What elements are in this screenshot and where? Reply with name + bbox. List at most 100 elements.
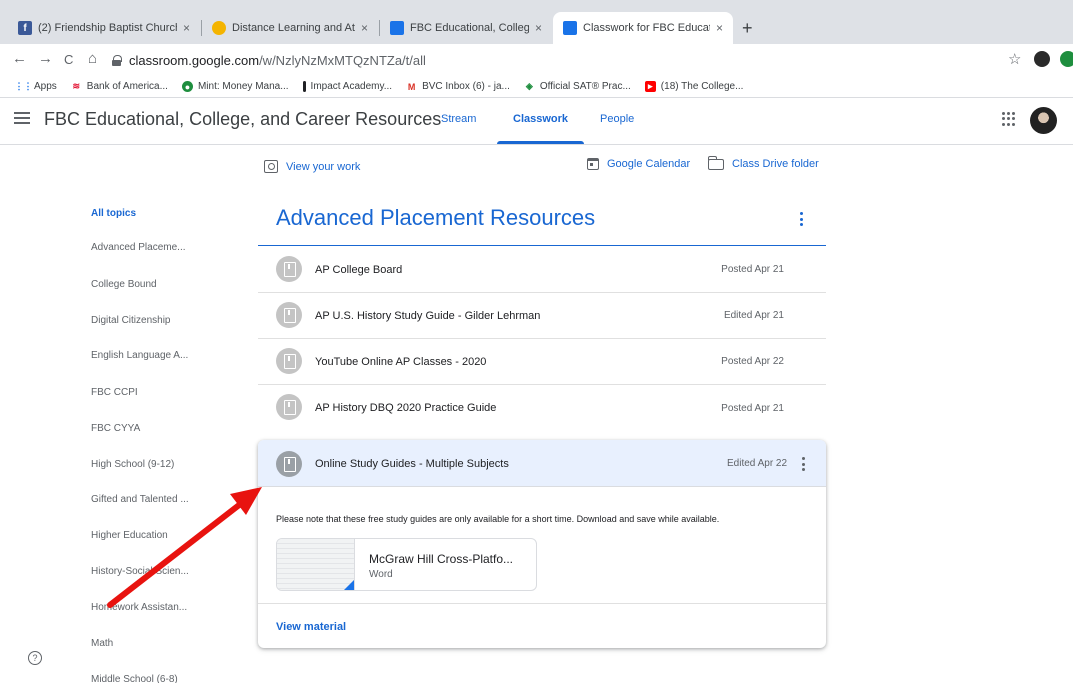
main-menu-icon[interactable] [14, 112, 30, 124]
topic-item[interactable]: FBC CCPI [91, 387, 138, 398]
bookmark-apps[interactable]: ⋮⋮ Apps [14, 81, 57, 92]
close-icon[interactable]: × [716, 21, 723, 35]
material-row[interactable]: YouTube Online AP Classes - 2020 Posted … [258, 339, 826, 385]
bookmark-star-icon[interactable]: ☆ [1008, 50, 1021, 68]
material-icon [276, 451, 302, 477]
material-date: Posted Apr 21 [721, 402, 784, 414]
forward-icon[interactable]: → [38, 50, 53, 67]
material-title: AP History DBQ 2020 Practice Guide [315, 402, 497, 414]
help-icon[interactable]: ? [28, 651, 42, 665]
bank-icon: ≋ [72, 81, 81, 91]
browser-tab[interactable]: Distance Learning and At-Hom × [202, 12, 378, 44]
bookmark-item[interactable]: ◈ Official SAT® Prac... [524, 81, 631, 92]
material-row[interactable]: AP History DBQ 2020 Practice Guide Poste… [258, 385, 826, 431]
tab-classwork[interactable]: Classwork [513, 113, 568, 125]
material-title: YouTube Online AP Classes - 2020 [315, 355, 487, 368]
material-title: Online Study Guides - Multiple Subjects [315, 458, 509, 470]
bookmark-label: (18) The College... [660, 81, 744, 92]
material-title: AP U.S. History Study Guide - Gilder Leh… [315, 309, 541, 322]
bar-icon [302, 81, 306, 92]
section-more-icon[interactable] [800, 212, 804, 226]
tab-title: Classwork for FBC Educational [583, 22, 710, 34]
topic-item[interactable]: Middle School (6-8) [91, 674, 178, 683]
topic-item[interactable]: Homework Assistan... [91, 602, 187, 613]
topic-item[interactable]: Digital Citizenship [91, 315, 170, 326]
browser-tab-active[interactable]: Classwork for FBC Educational × [553, 12, 733, 44]
bookmark-item[interactable]: M BVC Inbox (6) - ja... [406, 81, 510, 92]
tab-people[interactable]: People [600, 113, 634, 125]
expanded-material-card: Online Study Guides - Multiple Subjects … [258, 440, 826, 648]
new-tab-button[interactable]: + [742, 18, 753, 39]
material-icon [276, 302, 302, 328]
topic-item[interactable]: Higher Education [91, 530, 168, 541]
home-icon[interactable]: ⌂ [88, 50, 97, 67]
card-divider [258, 603, 826, 604]
material-row[interactable]: AP U.S. History Study Guide - Gilder Leh… [258, 293, 826, 339]
topic-item[interactable]: History-Social Scien... [91, 566, 189, 577]
apps-grid-icon: ⋮⋮ [14, 81, 33, 91]
bookmark-label: BVC Inbox (6) - ja... [422, 81, 510, 92]
youtube-icon: ▸ [644, 81, 656, 92]
sat-icon: ◈ [525, 81, 533, 91]
topic-item[interactable]: Gifted and Talented ... [91, 494, 189, 505]
back-icon[interactable]: ← [12, 50, 27, 67]
attachment-type: Word [369, 569, 393, 580]
address-bar-row: ← → C ⌂ classroom.google.com/w/NzlyNzMxM… [0, 44, 1073, 76]
account-avatar[interactable] [1030, 107, 1057, 134]
google-apps-icon[interactable] [1002, 112, 1016, 126]
classroom-icon [390, 21, 404, 35]
bookmark-item[interactable]: ● Mint: Money Mana... [181, 81, 289, 92]
calendar-icon [587, 158, 599, 170]
close-icon[interactable]: × [361, 21, 368, 35]
topic-item[interactable]: High School (9-12) [91, 459, 174, 470]
assignment-ind-icon [264, 160, 278, 173]
topic-item[interactable]: Advanced Placeme... [91, 242, 186, 253]
more-options-icon[interactable] [802, 457, 806, 471]
topic-item[interactable]: College Bound [91, 279, 157, 290]
bookmark-item[interactable]: Impact Academy... [302, 81, 392, 92]
url-field[interactable]: classroom.google.com/w/NzlyNzMxMTQzNTZa/… [112, 49, 1012, 71]
topic-all[interactable]: All topics [91, 208, 136, 219]
material-date: Posted Apr 21 [721, 264, 784, 275]
tab-stream[interactable]: Stream [441, 113, 476, 125]
topic-item[interactable]: Math [91, 638, 113, 649]
profile-avatar-icon[interactable] [1034, 51, 1050, 67]
lock-icon [112, 54, 122, 66]
bookmark-item[interactable]: ≋ Bank of America... [71, 81, 168, 92]
bookmark-item[interactable]: ▸ (18) The College... [644, 81, 744, 92]
view-your-work-link[interactable]: View your work [264, 160, 360, 173]
topic-item[interactable]: FBC CYYA [91, 423, 140, 434]
close-icon[interactable]: × [535, 21, 542, 35]
class-drive-folder-link[interactable]: Class Drive folder [708, 155, 819, 170]
gmail-icon: M [407, 81, 416, 92]
section-title[interactable]: Advanced Placement Resources [276, 205, 595, 231]
view-material-link[interactable]: View material [276, 621, 346, 633]
reload-icon[interactable]: C [64, 52, 73, 67]
cube-icon [212, 21, 226, 35]
bookmarks-bar: ⋮⋮ Apps ≋ Bank of America... ● Mint: Mon… [0, 76, 1073, 98]
browser-tab[interactable]: FBC Educational, College, and × [380, 12, 552, 44]
bookmark-label: Apps [34, 81, 57, 92]
extension-icon[interactable] [1060, 51, 1073, 67]
google-calendar-link[interactable]: Google Calendar [587, 158, 690, 170]
folder-icon [708, 155, 724, 170]
url-path: /w/NzlyNzMxMTQzNTZa/t/all [259, 52, 426, 68]
material-row[interactable]: AP College Board Posted Apr 21 [258, 247, 826, 293]
material-title: AP College Board [315, 263, 403, 276]
google-calendar-label: Google Calendar [607, 158, 691, 170]
document-thumbnail [277, 539, 355, 590]
class-drive-label: Class Drive folder [732, 158, 819, 170]
material-date: Edited Apr 21 [723, 310, 784, 321]
tab-title: (2) Friendship Baptist Church [38, 22, 177, 34]
class-title[interactable]: FBC Educational, College, and Career Res… [44, 109, 441, 130]
material-description: Please note that these free study guides… [276, 514, 720, 524]
expanded-material-header[interactable]: Online Study Guides - Multiple Subjects … [258, 440, 826, 487]
browser-tab[interactable]: f (2) Friendship Baptist Church × [8, 12, 200, 44]
topic-item[interactable]: English Language A... [91, 350, 188, 361]
classroom-header: FBC Educational, College, and Career Res… [0, 98, 1073, 145]
close-icon[interactable]: × [183, 21, 190, 35]
section-divider [258, 245, 826, 246]
attachment-card[interactable]: McGraw Hill Cross-Platfo... Word [276, 538, 537, 591]
page: f (2) Friendship Baptist Church × Distan… [0, 0, 1073, 683]
tab-title: FBC Educational, College, and [410, 22, 529, 34]
